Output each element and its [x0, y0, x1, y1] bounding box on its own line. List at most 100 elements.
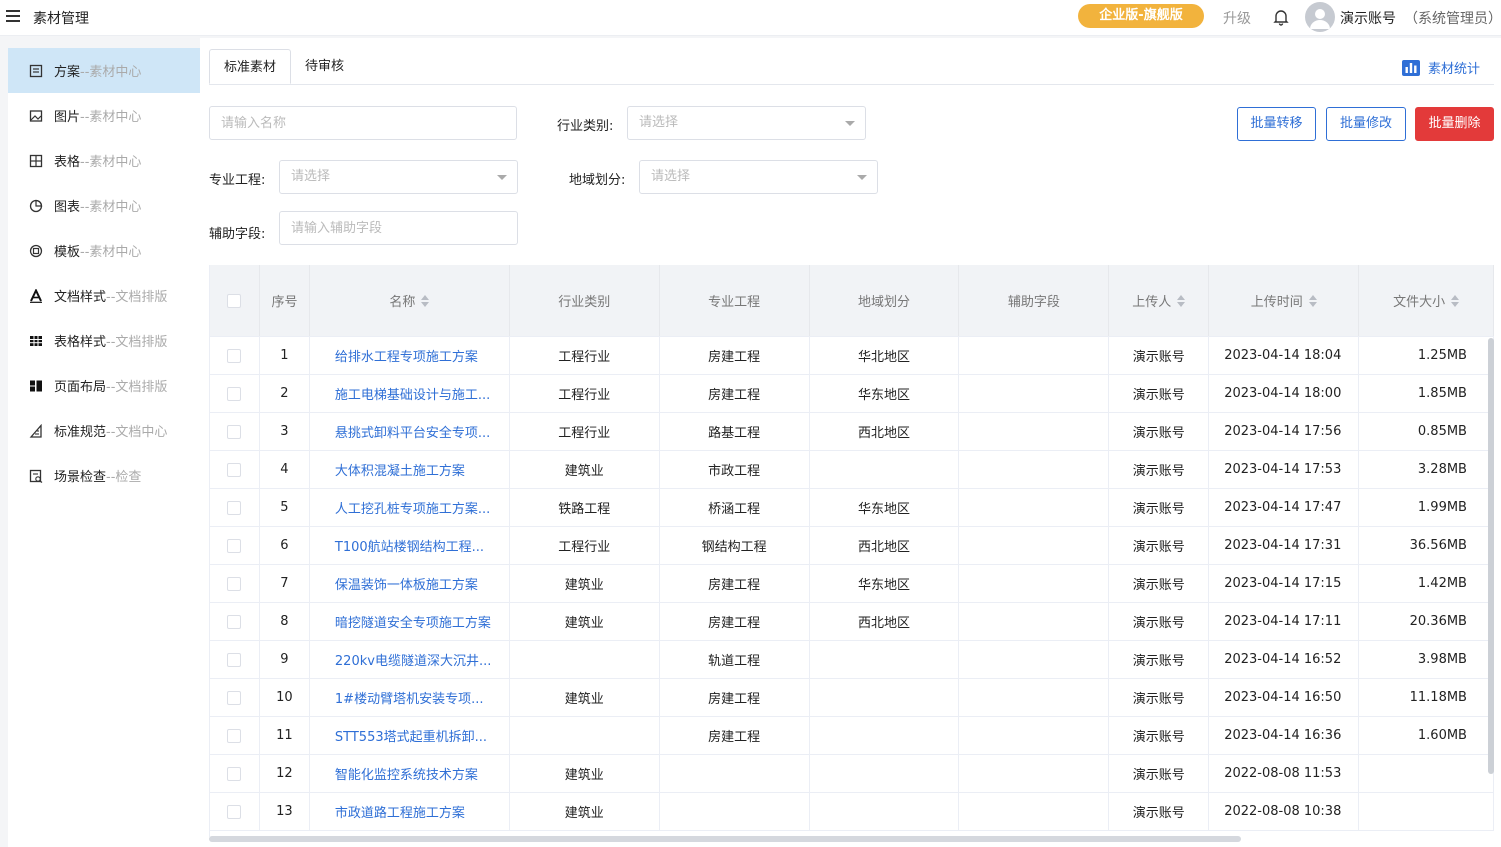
- row-checkbox[interactable]: [227, 690, 242, 705]
- cell-name[interactable]: 给排水工程专项施工方案: [310, 337, 510, 374]
- sidebar-item-label: 表格: [54, 155, 81, 170]
- cell-no: 11: [260, 717, 310, 754]
- cell-name[interactable]: 保温装饰一体板施工方案: [310, 565, 510, 602]
- row-checkbox[interactable]: [227, 500, 242, 515]
- cell-name[interactable]: 施工电梯基础设计与施工...: [310, 375, 510, 412]
- sort-icon[interactable]: [1308, 294, 1317, 307]
- table-row[interactable]: 8 暗挖隧道安全专项施工方案 建筑业 房建工程 西北地区 演示账号 2023-04-14 1…: [210, 603, 1494, 641]
- cell-industry: 建筑业: [510, 603, 660, 640]
- image-icon: [28, 108, 44, 124]
- upgrade-link[interactable]: 升级: [1223, 8, 1251, 28]
- cell-name[interactable]: 智能化监控系统技术方案: [310, 755, 510, 792]
- table-row[interactable]: 5 人工挖孔桩专项施工方案... 铁路工程 桥涵工程 华东地区 演示账号 2023-04-1…: [210, 489, 1494, 527]
- batch-modify-button[interactable]: 批量修改: [1326, 107, 1406, 141]
- table-row[interactable]: 2 施工电梯基础设计与施工... 工程行业 房建工程 华东地区 演示账号 2023-04-1…: [210, 375, 1494, 413]
- cell-upload-time: 2023-04-14 17:31: [1209, 527, 1360, 564]
- cell-size: 20.36MB: [1359, 603, 1494, 640]
- cell-name[interactable]: 暗挖隧道安全专项施工方案: [310, 603, 510, 640]
- cell-name[interactable]: 市政道路工程施工方案: [310, 793, 510, 830]
- sidebar-item-plan[interactable]: 方案 --素材中心: [8, 48, 200, 93]
- cell-upload-time: 2022-08-08 11:53: [1209, 755, 1360, 792]
- table-row[interactable]: 13 市政道路工程施工方案 建筑业 演示账号 2022-08-08 10:38: [210, 793, 1494, 831]
- table-row[interactable]: 12 智能化监控系统技术方案 建筑业 演示账号 2022-08-08 11:53: [210, 755, 1494, 793]
- table-row[interactable]: 7 保温装饰一体板施工方案 建筑业 房建工程 华东地区 演示账号 2023-04-14 17…: [210, 565, 1494, 603]
- user-name[interactable]: 演示账号: [1340, 8, 1396, 28]
- table-row[interactable]: 6 T100航站楼钢结构工程... 工程行业 钢结构工程 西北地区 演示账号 2023-04…: [210, 527, 1494, 565]
- cell-size: 1.42MB: [1359, 565, 1494, 602]
- col-header-upload-time[interactable]: 上传时间: [1209, 265, 1360, 336]
- table-row[interactable]: 1 给排水工程专项施工方案 工程行业 房建工程 华北地区 演示账号 2023-04-14 1…: [210, 337, 1494, 375]
- vertical-scrollbar[interactable]: [1488, 338, 1494, 774]
- sidebar-item-standard[interactable]: 标准规范 --文档中心: [8, 408, 200, 453]
- row-checkbox[interactable]: [227, 538, 242, 553]
- col-header-name[interactable]: 名称: [310, 265, 510, 336]
- chevron-down-icon: [857, 175, 867, 180]
- cell-aux: [959, 641, 1110, 678]
- cell-name[interactable]: T100航站楼钢结构工程...: [310, 527, 510, 564]
- sidebar-item-image[interactable]: 图片 --素材中心: [8, 93, 200, 138]
- bell-icon[interactable]: [1272, 8, 1290, 26]
- sort-icon[interactable]: [421, 294, 430, 307]
- cell-name[interactable]: 1#楼动臂塔机安装专项...: [310, 679, 510, 716]
- select-all-checkbox[interactable]: [227, 293, 242, 308]
- table-row[interactable]: 10 1#楼动臂塔机安装专项... 建筑业 房建工程 演示账号 2023-04-14 16…: [210, 679, 1494, 717]
- industry-select[interactable]: 请选择: [627, 106, 866, 140]
- avatar[interactable]: [1305, 2, 1335, 32]
- cell-name[interactable]: 220kv电缆隧道深大沉井...: [310, 641, 510, 678]
- sidebar-item-table-style[interactable]: 表格样式 --文档排版: [8, 318, 200, 363]
- engineering-select[interactable]: 请选择: [279, 160, 518, 194]
- sidebar-item-template[interactable]: 模板 --素材中心: [8, 228, 200, 273]
- cell-industry: [510, 641, 660, 678]
- sidebar-item-sub: --检查: [106, 470, 142, 485]
- table-row[interactable]: 3 悬挑式卸料平台安全专项... 工程行业 路基工程 西北地区 演示账号 2023-04-1…: [210, 413, 1494, 451]
- menu-icon[interactable]: [6, 10, 20, 24]
- sort-icon[interactable]: [1451, 294, 1460, 307]
- batch-transfer-button[interactable]: 批量转移: [1237, 107, 1316, 141]
- cell-name[interactable]: STT553塔式起重机拆卸...: [310, 717, 510, 754]
- tab-standard[interactable]: 标准素材: [209, 49, 292, 84]
- cell-name[interactable]: 悬挑式卸料平台安全专项...: [310, 413, 510, 450]
- table-row[interactable]: 11 STT553塔式起重机拆卸... 房建工程 演示账号 2023-04-14 16:…: [210, 717, 1494, 755]
- table-row[interactable]: 9 220kv电缆隧道深大沉井... 轨道工程 演示账号 2023-04-14 16:5…: [210, 641, 1494, 679]
- row-checkbox[interactable]: [227, 424, 242, 439]
- sidebar-item-doc-style[interactable]: 文档样式 --文档排版: [8, 273, 200, 318]
- row-checkbox[interactable]: [227, 766, 242, 781]
- sidebar-item-chart[interactable]: 图表 --素材中心: [8, 183, 200, 228]
- cell-name[interactable]: 人工挖孔桩专项施工方案...: [310, 489, 510, 526]
- row-checkbox[interactable]: [227, 614, 242, 629]
- horizontal-scrollbar[interactable]: [209, 836, 1241, 842]
- sidebar-item-scene-check[interactable]: 场景检查 --检查: [8, 453, 200, 498]
- table-row[interactable]: 4 大体积混凝土施工方案 建筑业 市政工程 演示账号 2023-04-14 17:53 3.…: [210, 451, 1494, 489]
- cell-uploader: 演示账号: [1109, 641, 1210, 678]
- cell-region: 华东地区: [810, 565, 960, 602]
- plan-badge[interactable]: 企业版-旗舰版: [1078, 4, 1204, 28]
- row-checkbox[interactable]: [227, 348, 242, 363]
- row-checkbox[interactable]: [227, 804, 242, 819]
- col-header-size[interactable]: 文件大小: [1359, 265, 1494, 336]
- sidebar-item-page-layout[interactable]: 页面布局 --文档排版: [8, 363, 200, 408]
- col-header-label: 上传人: [1132, 295, 1172, 310]
- row-checkbox[interactable]: [227, 576, 242, 591]
- row-checkbox[interactable]: [227, 728, 242, 743]
- col-header-uploader[interactable]: 上传人: [1109, 265, 1210, 336]
- aux-field-input[interactable]: [279, 211, 518, 245]
- row-checkbox[interactable]: [227, 652, 242, 667]
- cell-uploader: 演示账号: [1109, 337, 1210, 374]
- stats-link[interactable]: 素材统计: [1402, 58, 1480, 77]
- cell-engineering: 路基工程: [660, 413, 810, 450]
- sidebar-item-table[interactable]: 表格 --素材中心: [8, 138, 200, 183]
- sort-icon[interactable]: [1177, 294, 1186, 307]
- cell-region: [810, 793, 960, 830]
- cell-engineering: 房建工程: [660, 565, 810, 602]
- cell-region: 西北地区: [810, 413, 960, 450]
- region-select[interactable]: 请选择: [639, 160, 878, 194]
- tab-pending-review[interactable]: 待审核: [291, 49, 358, 84]
- row-checkbox[interactable]: [227, 462, 242, 477]
- sidebar-item-label: 场景检查: [54, 470, 107, 485]
- sidebar-item-label: 标准规范: [54, 425, 107, 440]
- cell-name[interactable]: 大体积混凝土施工方案: [310, 451, 510, 488]
- name-search-input[interactable]: [209, 106, 517, 140]
- cell-aux: [959, 679, 1110, 716]
- batch-delete-button[interactable]: 批量删除: [1415, 107, 1494, 141]
- row-checkbox[interactable]: [227, 386, 242, 401]
